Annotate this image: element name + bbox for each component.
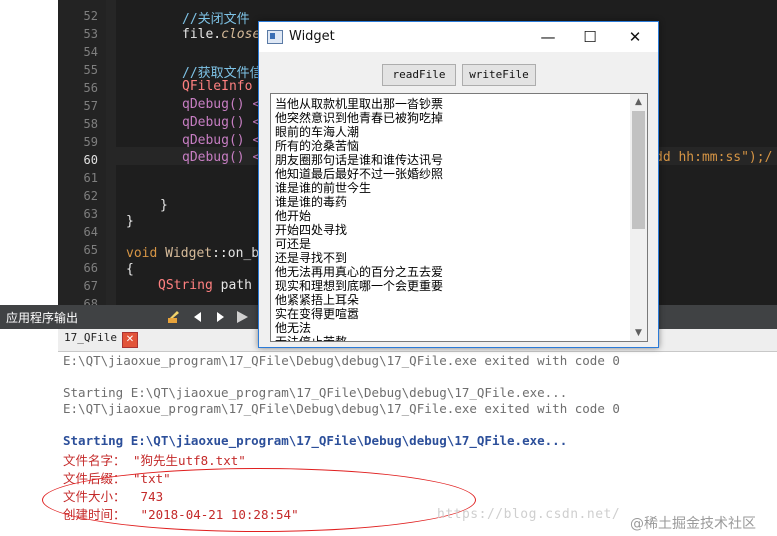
text-line: 无法停止苦熬 — [275, 335, 348, 342]
scroll-up-icon[interactable]: ▲ — [630, 94, 647, 110]
tab-17-qfile[interactable]: 17_QFile — [64, 331, 117, 344]
text-line: 他紧紧捂上耳朵 — [275, 293, 360, 307]
text-line: 谁是谁的前世今生 — [275, 181, 372, 195]
output-line: Starting E:\QT\jiaoxue_program\17_QFile\… — [63, 433, 568, 448]
output-line: E:\QT\jiaoxue_program\17_QFile\Debug\deb… — [63, 353, 620, 368]
text-lines: 当他从取款机里取出那一沓钞票 他突然意识到他青春已被狗吃掉 眼前的车海人潮 所有的沧桑… — [275, 97, 627, 342]
line-number: 53 — [83, 27, 98, 41]
code-token: QString — [158, 278, 213, 293]
code-line-53: file.close — [182, 27, 260, 42]
code-line-63: } — [160, 198, 168, 213]
text-line: 他突然意识到他青春已被狗吃掉 — [275, 111, 444, 125]
line-number: 59 — [83, 135, 98, 149]
line-number: 58 — [83, 117, 98, 131]
line-number: 57 — [83, 99, 98, 113]
scroll-down-icon[interactable]: ▼ — [630, 325, 647, 341]
code-line-58: qDebug() < — [182, 115, 261, 130]
text-line: 他知道最后最好不过一张婚纱照 — [275, 167, 444, 181]
clear-output-icon[interactable] — [166, 309, 182, 325]
write-file-button[interactable]: writeFile — [462, 64, 536, 86]
widget-window[interactable]: Widget — ☐ ✕ readFile writeFile 当他从取款机里取… — [258, 21, 659, 348]
line-number: 67 — [83, 279, 98, 293]
code-token: ::on_b — [212, 246, 260, 261]
line-number: 62 — [83, 189, 98, 203]
text-line: 他无法再用真心的百分之五去爱 — [275, 265, 444, 279]
text-line: 他无法 — [275, 321, 312, 335]
highlight-ellipse — [42, 468, 476, 532]
code-line-64: } — [126, 214, 134, 229]
watermark-site: @稀土掘金技术社区 — [630, 516, 756, 532]
watermark-url: https://blog.csdn.net/ — [437, 507, 621, 522]
code-line-68: QString path — [158, 278, 252, 293]
line-number: 66 — [83, 261, 98, 275]
code-line-59: qDebug() < — [182, 133, 261, 148]
vertical-scrollbar[interactable]: ▲ ▼ — [630, 94, 647, 341]
code-line-52: //关闭文件 — [182, 12, 250, 27]
previous-item-icon[interactable] — [190, 309, 206, 325]
line-number: 54 — [83, 45, 98, 59]
scrollbar-thumb[interactable] — [632, 111, 645, 229]
text-line: 当他从取款机里取出那一沓钞票 — [275, 97, 444, 111]
line-number: 64 — [83, 225, 98, 239]
code-token: file. — [182, 27, 222, 42]
line-number: 60 — [83, 153, 98, 167]
code-line-60-tail: dd hh:mm:ss");/ — [655, 150, 773, 165]
window-titlebar[interactable]: Widget — ☐ ✕ — [259, 22, 658, 52]
tab-close-icon[interactable]: ✕ — [122, 332, 138, 348]
file-content-textedit[interactable]: 当他从取款机里取出那一沓钞票 他突然意识到他青春已被狗吃掉 眼前的车海人潮 所有的沧桑… — [270, 93, 648, 342]
line-number: 55 — [83, 63, 98, 77]
text-line: 眼前的车海人潮 — [275, 125, 360, 139]
read-file-button[interactable]: readFile — [382, 64, 456, 86]
code-line-60: qDebug() < — [182, 150, 261, 165]
text-line: 可还是 — [275, 237, 312, 251]
code-line-57: qDebug() < — [182, 97, 261, 112]
output-line: 文件名字： "狗先生utf8.txt" — [63, 453, 246, 468]
line-number: 61 — [83, 171, 98, 185]
line-number: 56 — [83, 81, 98, 95]
fold-margin — [106, 0, 116, 305]
close-icon[interactable]: ✕ — [620, 26, 650, 48]
output-line: Starting E:\QT\jiaoxue_program\17_QFile\… — [63, 385, 568, 400]
text-line: 开始四处寻找 — [275, 223, 348, 237]
line-number: 52 — [83, 9, 98, 23]
line-number: 65 — [83, 243, 98, 257]
text-line: 朋友圈那句话是谁和谁传达讯号 — [275, 153, 444, 167]
left-margin — [0, 0, 58, 536]
text-line: 现实和理想到底哪一个会更重要 — [275, 279, 444, 293]
code-line-56: QFileInfo — [182, 79, 253, 94]
maximize-icon[interactable]: ☐ — [575, 26, 605, 48]
minimize-icon[interactable]: — — [533, 26, 563, 48]
output-pane-title: 应用程序输出 — [6, 311, 79, 325]
line-number-gutter: 52 53 54 55 56 57 58 59 60 61 62 63 64 65 66 67 68 — [58, 0, 106, 311]
window-app-icon — [267, 30, 283, 44]
text-line: 实在变得更喧嚣 — [275, 307, 360, 321]
code-line-67: { — [126, 262, 134, 277]
code-token: Widget — [165, 246, 213, 261]
code-line-66: void Widget::on_b — [126, 246, 259, 261]
next-item-icon[interactable] — [212, 309, 228, 325]
run-icon[interactable] — [234, 309, 250, 325]
text-line: 还是寻找不到 — [275, 251, 348, 265]
code-token: void — [126, 246, 158, 261]
window-title: Widget — [289, 29, 335, 44]
code-token: path — [212, 278, 252, 293]
code-token: close — [221, 27, 261, 42]
text-line: 他开始 — [275, 209, 312, 223]
text-line: 谁是谁的毒药 — [275, 195, 348, 209]
text-line: 所有的沧桑苦恼 — [275, 139, 360, 153]
output-line: E:\QT\jiaoxue_program\17_QFile\Debug\deb… — [63, 401, 620, 416]
line-number: 63 — [83, 207, 98, 221]
